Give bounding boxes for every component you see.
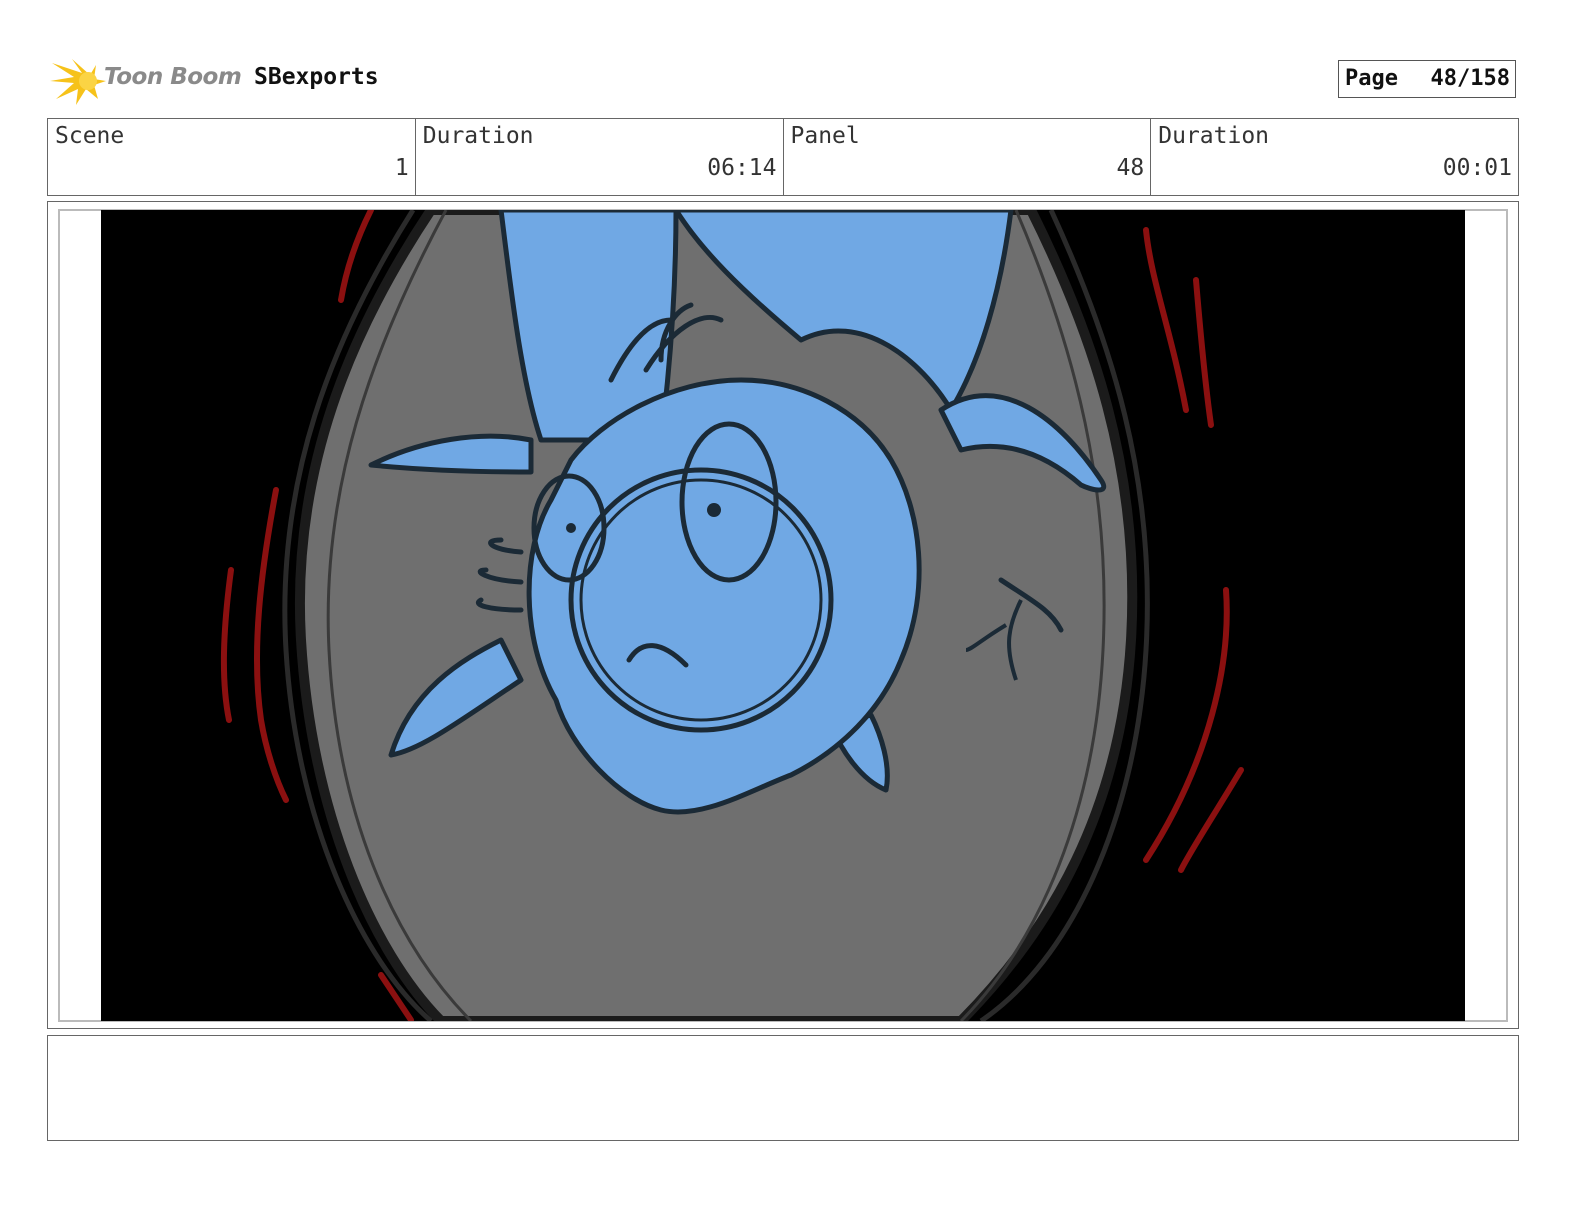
panel-label: Panel [790, 123, 860, 149]
storyboard-drawing [101, 210, 1465, 1021]
sketch-illustration [220, 210, 1244, 1021]
panel-value: 48 [1116, 155, 1145, 181]
scene-value: 1 [394, 155, 409, 181]
panel-info-table: Scene 1 Duration 06:14 Panel 48 Duration… [47, 118, 1519, 196]
logo-text: Toon Boom [104, 64, 242, 90]
panel-duration-value: 00:01 [1442, 155, 1512, 181]
scene-duration-value: 06:14 [707, 155, 777, 181]
panel-cell: Panel 48 [782, 119, 1151, 195]
panel-duration-label: Duration [1158, 123, 1270, 149]
project-title: SBexports [254, 64, 379, 90]
notes-box [47, 1035, 1519, 1141]
scene-duration-cell: Duration 06:14 [414, 119, 783, 195]
scene-cell: Scene 1 [48, 119, 415, 195]
scene-label: Scene [55, 123, 125, 149]
scene-duration-label: Duration [422, 123, 534, 149]
panel-duration-cell: Duration 00:01 [1150, 119, 1518, 195]
page-indicator: Page 48/158 [1338, 60, 1516, 98]
page-label: Page [1345, 66, 1398, 91]
page-value: 48/158 [1430, 66, 1510, 91]
